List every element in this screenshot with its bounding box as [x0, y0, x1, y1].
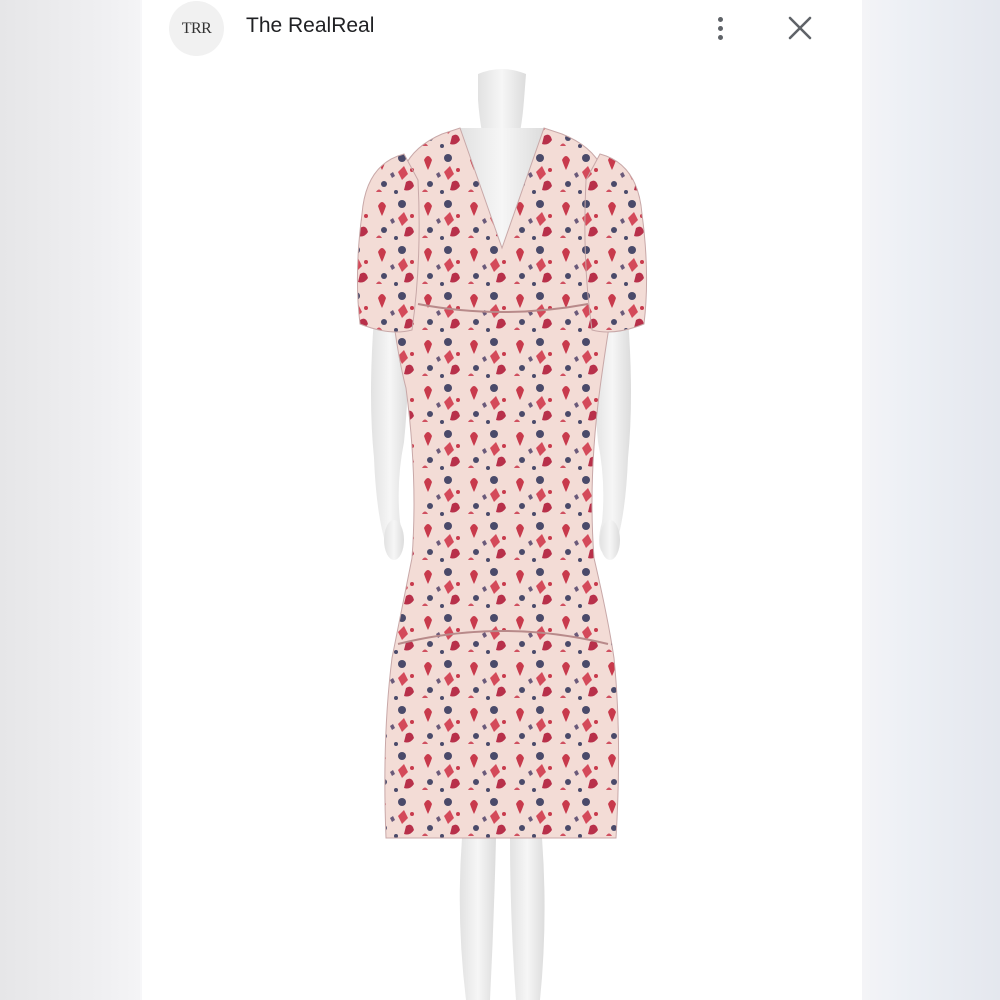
screen: TRR The RealReal	[0, 0, 1000, 1000]
dress-sleeve-left	[356, 153, 420, 333]
image-viewer-card: TRR The RealReal	[142, 0, 862, 1000]
site-logo-text: TRR	[181, 19, 212, 37]
more-vert-icon-dot	[717, 34, 723, 40]
close-button[interactable]	[784, 12, 816, 44]
site-name[interactable]: The RealReal	[246, 14, 374, 38]
more-vert-icon-dot	[717, 25, 723, 31]
close-icon	[788, 16, 812, 40]
more-vert-icon	[717, 16, 723, 22]
product-image[interactable]	[142, 58, 862, 1000]
mannequin-hand-left	[384, 520, 404, 560]
mannequin-leg-left	[459, 838, 496, 1000]
viewer-header: TRR The RealReal	[142, 0, 862, 58]
background-left	[0, 0, 140, 1000]
more-options-button[interactable]	[704, 10, 736, 46]
site-logo[interactable]: TRR	[169, 1, 224, 56]
mannequin-leg-right	[510, 838, 545, 1000]
background-right	[862, 0, 1000, 1000]
mannequin-hand-right	[600, 520, 620, 560]
dress-sleeve-right	[584, 153, 648, 333]
